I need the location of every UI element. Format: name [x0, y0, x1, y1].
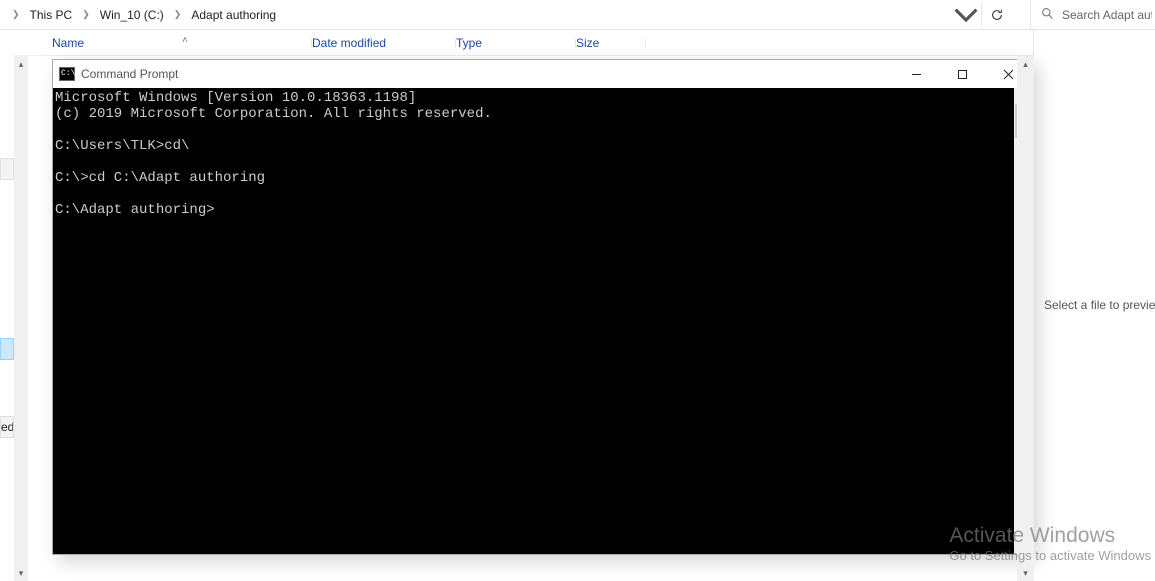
chevron-right-icon[interactable]: ❯: [74, 9, 98, 20]
column-header-row: Name ˄ Date modified Type Size: [14, 30, 1033, 56]
refresh-button[interactable]: [984, 2, 1010, 28]
column-header-name[interactable]: Name ˄: [52, 36, 312, 50]
window-title: Command Prompt: [81, 67, 178, 81]
scroll-up-icon[interactable]: ▴: [19, 56, 24, 72]
column-header-size[interactable]: Size: [576, 36, 646, 50]
tree-item-fragment[interactable]: [0, 158, 14, 180]
chevron-right-icon[interactable]: ❯: [4, 9, 28, 20]
maximize-button[interactable]: [939, 60, 985, 88]
nav-tree-panel: ed: [0, 30, 14, 581]
list-scrollbar-right[interactable]: ▴ ▾: [1017, 56, 1034, 581]
file-list-panel: Name ˄ Date modified Type Size ▴ ▾ C:\ C…: [14, 30, 1033, 581]
column-header-type[interactable]: Type: [456, 36, 576, 50]
column-header-date[interactable]: Date modified: [312, 36, 456, 50]
search-icon: [1041, 7, 1054, 23]
command-prompt-window: C:\ Command Prompt Microsoft Windows [Ve…: [52, 59, 1032, 555]
breadcrumb: ❯ This PC ❯ Win_10 (C:) ❯ Adapt authorin…: [0, 4, 278, 26]
preview-pane: ▴ ▾ Select a file to preview: [1033, 30, 1155, 581]
tree-item-fragment[interactable]: ed: [0, 416, 14, 438]
breadcrumb-item[interactable]: Adapt authoring: [189, 4, 278, 26]
preview-placeholder: Select a file to preview: [1034, 298, 1155, 312]
scroll-down-icon[interactable]: ▾: [1023, 565, 1028, 581]
terminal-output[interactable]: Microsoft Windows [Version 10.0.18363.11…: [53, 88, 1014, 554]
scroll-down-icon[interactable]: ▾: [19, 565, 24, 581]
address-dropdown-button[interactable]: [953, 2, 979, 28]
window-title-bar[interactable]: C:\ Command Prompt: [53, 60, 1031, 88]
column-label: Name: [52, 36, 84, 50]
divider: [981, 3, 982, 27]
search-input[interactable]: [1062, 8, 1152, 22]
list-scrollbar[interactable]: ▴ ▾: [14, 56, 28, 581]
scroll-up-icon[interactable]: ▴: [1023, 56, 1028, 72]
address-bar: ❯ This PC ❯ Win_10 (C:) ❯ Adapt authorin…: [0, 0, 1155, 30]
cmd-app-icon: C:\: [59, 67, 75, 81]
breadcrumb-item[interactable]: This PC: [28, 4, 75, 26]
search-box[interactable]: [1030, 0, 1155, 30]
sort-ascending-icon: ˄: [182, 35, 188, 46]
chevron-right-icon[interactable]: ❯: [166, 9, 190, 20]
tree-item-fragment[interactable]: [0, 338, 14, 360]
breadcrumb-item[interactable]: Win_10 (C:): [98, 4, 166, 26]
minimize-button[interactable]: [893, 60, 939, 88]
